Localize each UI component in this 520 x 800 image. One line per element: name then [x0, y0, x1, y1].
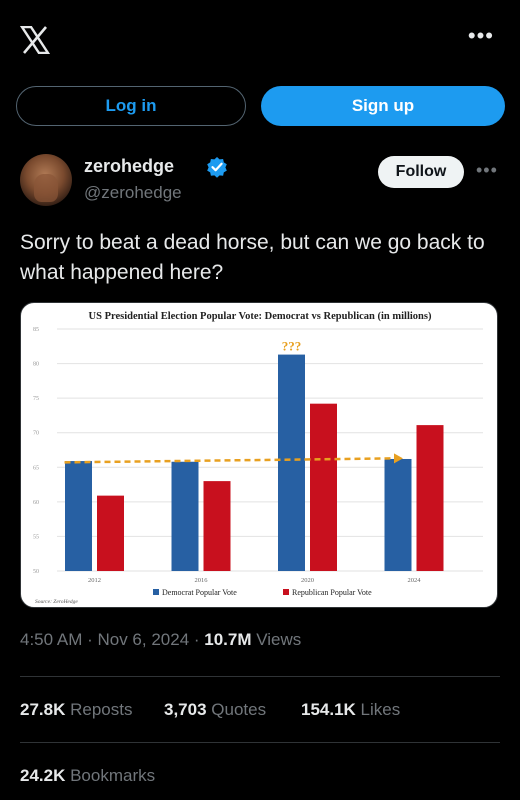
bookmarks-stat[interactable]: 24.2K Bookmarks — [20, 766, 155, 786]
chart-source: Source: ZeroHedge — [35, 599, 78, 605]
democrat-bar — [278, 354, 305, 571]
y-tick-label: 80 — [33, 362, 39, 368]
x-tick-label: 2016 — [195, 577, 209, 584]
avatar[interactable] — [20, 154, 72, 206]
likes-count: 154.1K — [301, 700, 356, 719]
verified-badge-icon — [207, 157, 227, 178]
bookmarks-label: Bookmarks — [65, 766, 156, 785]
republican-bar — [203, 481, 231, 571]
x-tick-label: 2020 — [301, 577, 314, 584]
democrat-bar — [384, 458, 412, 571]
post-more-icon[interactable]: ••• — [476, 160, 498, 181]
reposts-label: Reposts — [65, 700, 133, 719]
quotes-count: 3,703 — [164, 700, 207, 719]
legend-label-republican: Republican Popular Vote — [292, 588, 372, 597]
x-logo-icon[interactable] — [20, 26, 50, 54]
quotes-stat[interactable]: 3,703 Quotes — [164, 700, 266, 720]
divider — [20, 742, 500, 743]
y-tick-label: 70 — [33, 431, 39, 437]
likes-label: Likes — [355, 700, 401, 719]
bar-chart: US Presidential Election Popular Vote: D… — [33, 311, 483, 605]
likes-stat[interactable]: 154.1K Likes — [301, 700, 400, 720]
post-text: Sorry to beat a dead horse, but can we g… — [20, 231, 485, 284]
follow-button[interactable]: Follow — [378, 156, 464, 188]
republican-bar — [97, 495, 124, 571]
y-tick-label: 65 — [33, 465, 39, 471]
legend-swatch-democrat — [153, 589, 159, 595]
democrat-bar — [171, 461, 199, 571]
post-author: zerohedge @zerohedge Follow ••• — [20, 152, 500, 212]
views-label: Views — [251, 630, 302, 649]
views-count: 10.7M — [204, 630, 252, 649]
signup-button[interactable]: Sign up — [261, 86, 505, 126]
y-tick-label: 60 — [33, 500, 39, 506]
chart-annotation: ??? — [282, 339, 302, 354]
y-tick-label: 85 — [33, 327, 39, 333]
y-tick-label: 75 — [33, 396, 39, 402]
trend-line — [64, 457, 395, 464]
legend-label-democrat: Democrat Popular Vote — [162, 588, 237, 597]
democrat-bar — [65, 461, 92, 571]
post-stats: 27.8K Reposts 3,703 Quotes 154.1K Likes — [20, 700, 500, 724]
republican-bar — [416, 425, 444, 571]
bookmarks-count: 24.2K — [20, 766, 66, 785]
reposts-stat[interactable]: 27.8K Reposts — [20, 700, 132, 720]
post-meta: 4:50 AM · Nov 6, 2024 · 10.7M Views — [20, 630, 301, 650]
quotes-label: Quotes — [206, 700, 267, 719]
republican-bar — [310, 403, 337, 571]
chart-title: US Presidential Election Popular Vote: D… — [89, 311, 432, 322]
x-tick-label: 2012 — [88, 577, 101, 584]
post-image[interactable]: US Presidential Election Popular Vote: D… — [20, 302, 498, 608]
author-handle[interactable]: @zerohedge — [84, 183, 182, 203]
y-tick-label: 55 — [33, 534, 39, 540]
author-name[interactable]: zerohedge — [84, 156, 174, 177]
auth-buttons: Log in Sign up — [16, 86, 506, 128]
y-tick-label: 50 — [33, 569, 39, 575]
legend-swatch-republican — [283, 589, 289, 595]
x-tick-label: 2024 — [408, 577, 422, 584]
top-bar: ••• — [0, 0, 520, 76]
post-timestamp[interactable]: 4:50 AM · Nov 6, 2024 · — [20, 630, 204, 649]
login-button[interactable]: Log in — [16, 86, 246, 126]
more-horizontal-icon[interactable]: ••• — [468, 25, 494, 47]
reposts-count: 27.8K — [20, 700, 66, 719]
divider — [20, 676, 500, 677]
